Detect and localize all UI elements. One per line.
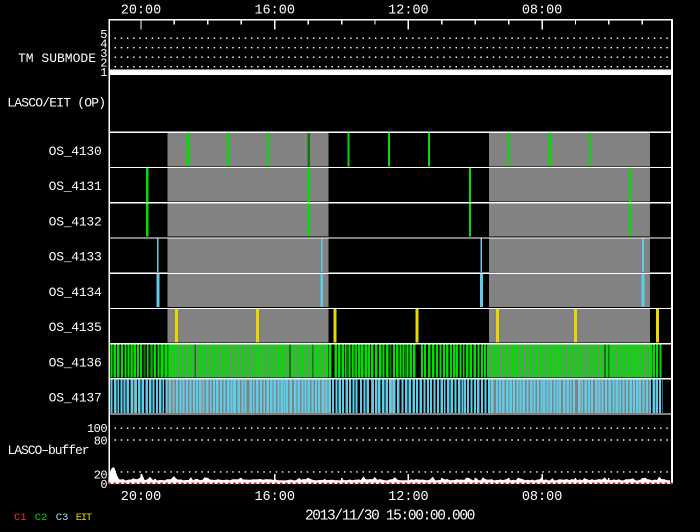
svg-text:80: 80	[94, 434, 108, 448]
svg-text:C2: C2	[35, 512, 48, 524]
svg-text:16:00: 16:00	[254, 3, 295, 18]
svg-text:OS_4132: OS_4132	[49, 214, 102, 229]
svg-text:16:00: 16:00	[254, 490, 295, 505]
svg-text:12:00: 12:00	[388, 3, 429, 18]
svg-text:C1: C1	[14, 512, 27, 524]
svg-text:OS_4131: OS_4131	[49, 179, 102, 194]
svg-text:OS_4137: OS_4137	[49, 391, 102, 406]
svg-text:C3: C3	[56, 512, 69, 524]
svg-text:EIT: EIT	[76, 512, 92, 524]
svg-text:12:00: 12:00	[388, 490, 429, 505]
svg-text:08:00: 08:00	[522, 490, 563, 505]
svg-text:OS_4134: OS_4134	[49, 285, 102, 300]
svg-text:20:00: 20:00	[121, 3, 162, 18]
svg-text:20:00: 20:00	[121, 490, 162, 505]
svg-text:1: 1	[100, 66, 107, 80]
svg-text:LASCO–buffer: LASCO–buffer	[7, 443, 88, 458]
svg-text:08:00: 08:00	[522, 3, 563, 18]
svg-text:OS_4130: OS_4130	[49, 144, 102, 159]
svg-text:LASCO/EIT (OP): LASCO/EIT (OP)	[7, 96, 105, 111]
svg-text:TM SUBMODE: TM SUBMODE	[18, 51, 96, 66]
svg-text:2013/11/30 15:00:00.000: 2013/11/30 15:00:00.000	[305, 509, 475, 525]
svg-text:0: 0	[100, 478, 107, 492]
svg-text:OS_4136: OS_4136	[49, 355, 102, 370]
svg-text:OS_4135: OS_4135	[49, 320, 102, 335]
svg-text:OS_4133: OS_4133	[49, 250, 102, 265]
